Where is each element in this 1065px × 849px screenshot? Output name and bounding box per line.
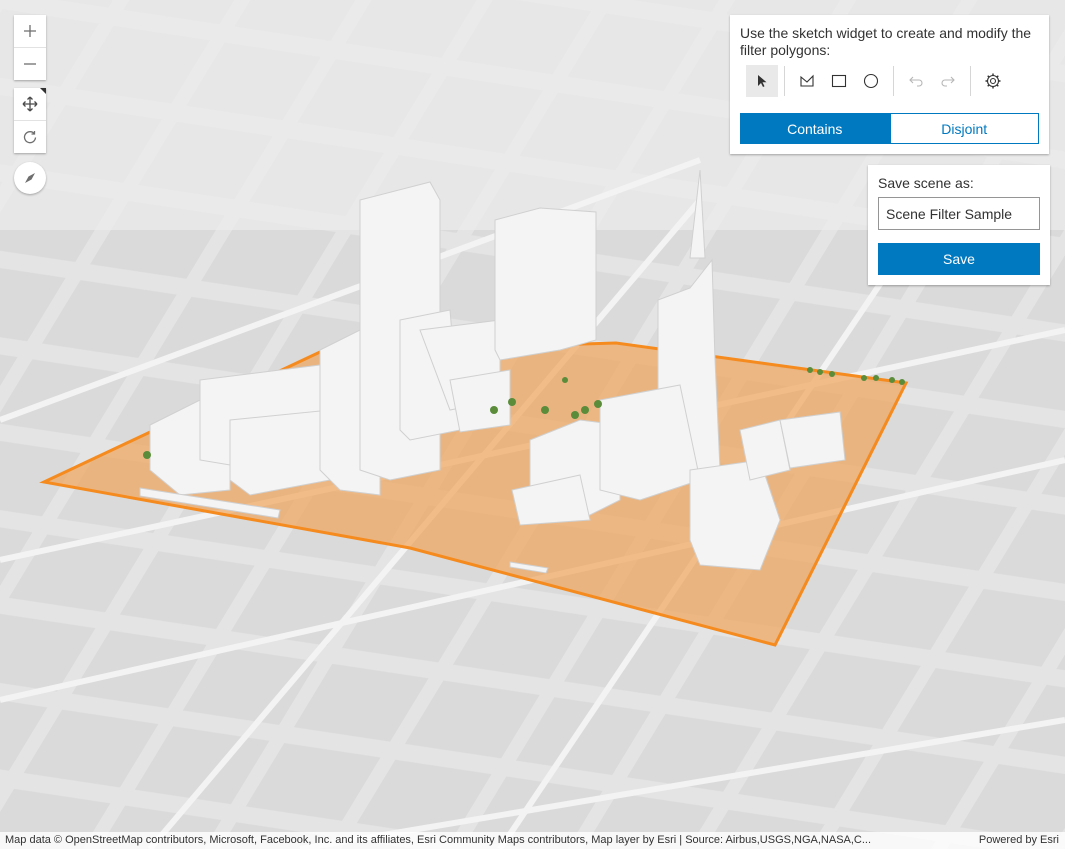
toolbar-divider [970,66,971,96]
redo-icon [941,76,955,87]
compass-button[interactable] [14,162,46,194]
contains-option[interactable]: Contains [740,113,890,144]
undo-button[interactable] [900,65,932,97]
toolbar-divider [893,66,894,96]
zoom-controls [14,15,46,80]
redo-button[interactable] [932,65,964,97]
sketch-toolbar [746,65,1009,97]
navigation-toggle [14,88,46,153]
pan-button[interactable] [14,88,46,120]
plus-icon [24,25,36,37]
circle-icon [863,73,879,89]
pan-icon [22,96,38,112]
rotate-icon [23,131,37,144]
spatial-relationship-toggle: Contains Disjoint [740,113,1039,144]
sketch-panel: Use the sketch widget to create and modi… [730,15,1049,154]
select-tool-button[interactable] [746,65,778,97]
rectangle-icon [831,74,847,88]
scene-name-input[interactable] [878,197,1040,230]
zoom-in-button[interactable] [14,15,46,47]
save-scene-panel: Save scene as: Save [868,165,1050,285]
disjoint-option[interactable]: Disjoint [889,113,1039,144]
settings-icon [985,73,1001,89]
compass-icon [25,173,35,183]
select-icon [758,75,767,87]
undo-icon [909,76,923,87]
circle-tool-button[interactable] [855,65,887,97]
zoom-out-button[interactable] [14,47,46,80]
sketch-instruction: Use the sketch widget to create and modi… [740,25,1032,58]
polygon-tool-button[interactable] [791,65,823,97]
settings-button[interactable] [977,65,1009,97]
rotate-button[interactable] [14,120,46,153]
rectangle-tool-button[interactable] [823,65,855,97]
powered-by-esri-link[interactable]: Powered by Esri [979,832,1059,849]
attribution-bar: Map data © OpenStreetMap contributors, M… [0,832,1065,849]
polygon-icon [800,74,814,87]
save-scene-label: Save scene as: [878,175,974,191]
attribution-text[interactable]: Map data © OpenStreetMap contributors, M… [5,832,965,849]
minus-icon [24,63,36,65]
toolbar-divider [784,66,785,96]
save-button[interactable]: Save [878,243,1040,275]
